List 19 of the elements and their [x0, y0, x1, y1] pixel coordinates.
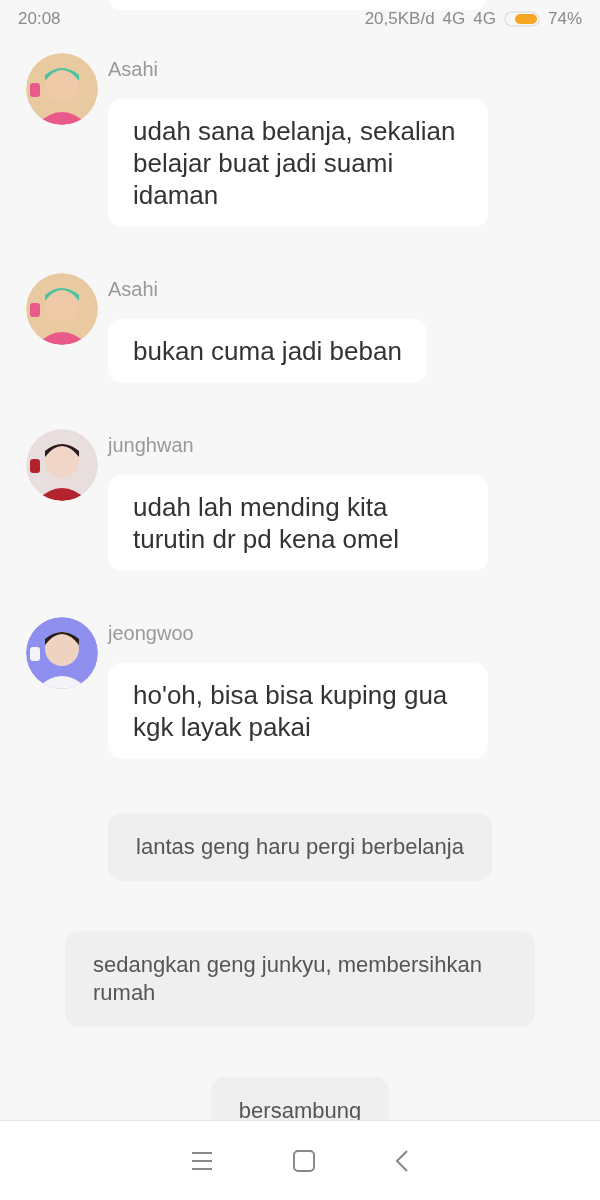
home-icon[interactable]	[293, 1149, 315, 1172]
network-type: 4G	[442, 8, 466, 31]
sender-name: Asahi	[108, 277, 160, 302]
clock: 20:08	[18, 8, 61, 31]
menu-icon[interactable]	[191, 1150, 213, 1171]
sender-name: Asahi	[108, 57, 160, 82]
network-speed: 20,5KB/d	[364, 8, 435, 31]
message-bubble: bukan cuma jadi beban	[108, 319, 427, 383]
network-type: 4G	[473, 8, 496, 31]
message-bubble: udah sana belanja, sekalian belajar buat jadi suami idaman	[108, 99, 488, 227]
narration-bubble: sedangkan geng junkyu, membersihkan rumah	[65, 931, 535, 1027]
back-icon[interactable]	[395, 1149, 409, 1172]
narration-bubble: lantas geng haru pergi berbelanja	[108, 813, 492, 881]
sender-name: jeongwoo	[108, 621, 195, 646]
battery-icon	[503, 11, 540, 27]
sender-name: junghwan	[108, 433, 195, 458]
message-bubble: ho'oh, bisa bisa kuping gua kgk layak pakai	[108, 663, 488, 759]
battery-level: 74%	[547, 8, 582, 31]
message-bubble: udah lah mending kita turutin dr pd kena omel	[108, 475, 488, 571]
